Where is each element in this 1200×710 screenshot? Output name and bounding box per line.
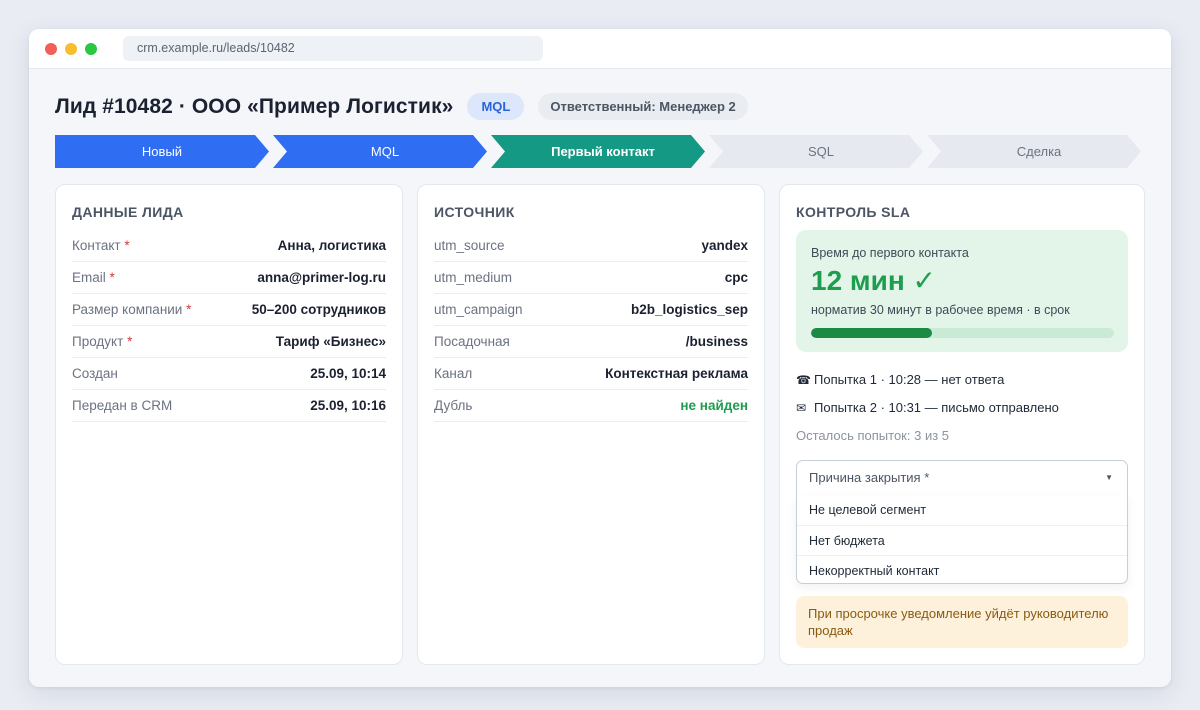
dropdown-option[interactable]: Некорректный контакт [797,555,1127,585]
field-value[interactable]: /business [686,334,748,349]
sla-caption: Время до первого контакта [811,246,969,260]
sla-progress-bar [811,328,1114,338]
remaining-attempts: Осталось попыток: 3 из 5 [796,428,950,443]
lead-data-card: ДАННЫЕ ЛИДА Контакт * Анна, логистика Em… [55,184,403,665]
close-reason-select[interactable]: Причина закрытия * ▼ [796,460,1128,496]
field-label: Создан [72,366,118,381]
field-row-utm-medium: utm_medium cpc [434,262,748,294]
field-row-utm-source: utm_source yandex [434,230,748,262]
field-label: Контакт [72,238,121,253]
overdue-warning: При просрочке уведомление уйдёт руководи… [796,596,1128,648]
sla-control-card: КОНТРОЛЬ SLA Время до первого контакта 1… [779,184,1145,665]
field-label: Продукт [72,334,124,349]
stage-deal[interactable]: Сделка [927,135,1141,168]
source-card: ИСТОЧНИК utm_source yandex utm_medium cp… [417,184,765,665]
field-row-landing-page: Посадочная /business [434,326,748,358]
card-title: ИСТОЧНИК [434,204,515,220]
sla-progress-fill [811,328,933,338]
field-row-contact: Контакт * Анна, логистика [72,230,386,262]
field-row-utm-campaign: utm_campaign b2b_logistics_sep [434,294,748,326]
sla-timer-panel: Время до первого контакта 12 мин ✓ норма… [796,230,1128,352]
field-label: Размер компании [72,302,183,317]
field-label: Дубль [434,398,473,413]
field-row-channel: Канал Контекстная реклама [434,358,748,390]
sla-elapsed-time: 12 мин ✓ [811,265,937,296]
pipeline-stages: Новый MQL Первый контакт SQL Сделка [55,135,1145,168]
field-value: 50–200 сотрудников [251,302,386,317]
close-reason-dropdown: Не целевой сегмент Нет бюджета Некоррект… [796,495,1128,584]
close-window-button[interactable] [45,43,57,55]
field-value: 25.09, 10:16 [310,398,386,413]
field-label: Email [72,270,106,285]
field-label: utm_campaign [434,302,523,317]
attempt-item: ☎ Попытка 1 · 10:28 — нет ответа [796,372,1004,387]
field-label: Канал [434,366,473,381]
field-label: Передан в CRM [72,398,173,413]
source-fields: utm_source yandex utm_medium cpc utm_cam… [434,230,748,422]
field-value: yandex [701,238,748,253]
field-value: Тариф «Бизнес» [275,334,386,349]
stage-first-contact[interactable]: Первый контакт [491,135,705,168]
field-row-company-size: Размер компании * 50–200 сотрудников [72,294,386,326]
browser-window: crm.example.ru/leads/10482 Лид #10482 · … [29,29,1171,687]
stage-sql[interactable]: SQL [709,135,923,168]
envelope-icon: ✉ [796,400,807,415]
field-value: b2b_logistics_sep [630,302,748,317]
attempt-item: ✉ Попытка 2 · 10:31 — письмо отправлено [796,400,1059,415]
sla-norm-note: норматив 30 минут в рабочее время · в ср… [811,303,1070,317]
title-bar: crm.example.ru/leads/10482 [29,29,1171,69]
field-row-email: Email * anna@primer-log.ru [72,262,386,294]
minimize-window-button[interactable] [65,43,77,55]
required-mark: * [109,270,115,285]
chevron-down-icon[interactable]: ▼ [1105,461,1113,495]
lead-fields: Контакт * Анна, логистика Email * anna@p… [72,230,386,422]
field-row-product: Продукт * Тариф «Бизнес» [72,326,386,358]
owner-badge[interactable]: Ответственный: Менеджер 2 [538,93,748,120]
card-title: ДАННЫЕ ЛИДА [72,204,184,220]
status-badge: MQL [467,93,525,120]
stage-new[interactable]: Новый [55,135,269,168]
maximize-window-button[interactable] [85,43,97,55]
dropdown-option[interactable]: Нет бюджета [797,525,1127,555]
required-mark: * [127,334,133,349]
close-reason-placeholder: Причина закрытия * [809,470,930,485]
stage-mql[interactable]: MQL [273,135,487,168]
field-label: utm_source [434,238,505,253]
field-row-sent-to-crm: Передан в CRM 25.09, 10:16 [72,390,386,422]
page-title: Лид #10482 · ООО «Пример Логистик» [55,94,454,118]
field-label: Посадочная [434,334,510,349]
attempt-text: Попытка 2 · 10:31 — письмо отправлено [814,400,1059,415]
field-value: cpc [724,270,748,285]
duplicate-status: не найден [680,398,748,413]
field-row-created: Создан 25.09, 10:14 [72,358,386,390]
required-mark: * [124,238,130,253]
field-value: Контекстная реклама [605,366,748,381]
field-row-duplicate: Дубль не найден [434,390,748,422]
required-mark: * [186,302,192,317]
field-value: 25.09, 10:14 [310,366,386,381]
attempt-text: Попытка 1 · 10:28 — нет ответа [814,372,1005,387]
card-title: КОНТРОЛЬ SLA [796,204,911,220]
field-value: Анна, логистика [277,238,386,253]
address-bar[interactable]: crm.example.ru/leads/10482 [123,36,543,61]
lead-header: Лид #10482 · ООО «Пример Логистик» MQL О… [55,93,748,120]
phone-icon: ☎ [796,372,811,387]
dropdown-option[interactable]: Не целевой сегмент [797,495,1127,525]
field-value: anna@primer-log.ru [257,270,386,285]
field-label: utm_medium [434,270,513,285]
